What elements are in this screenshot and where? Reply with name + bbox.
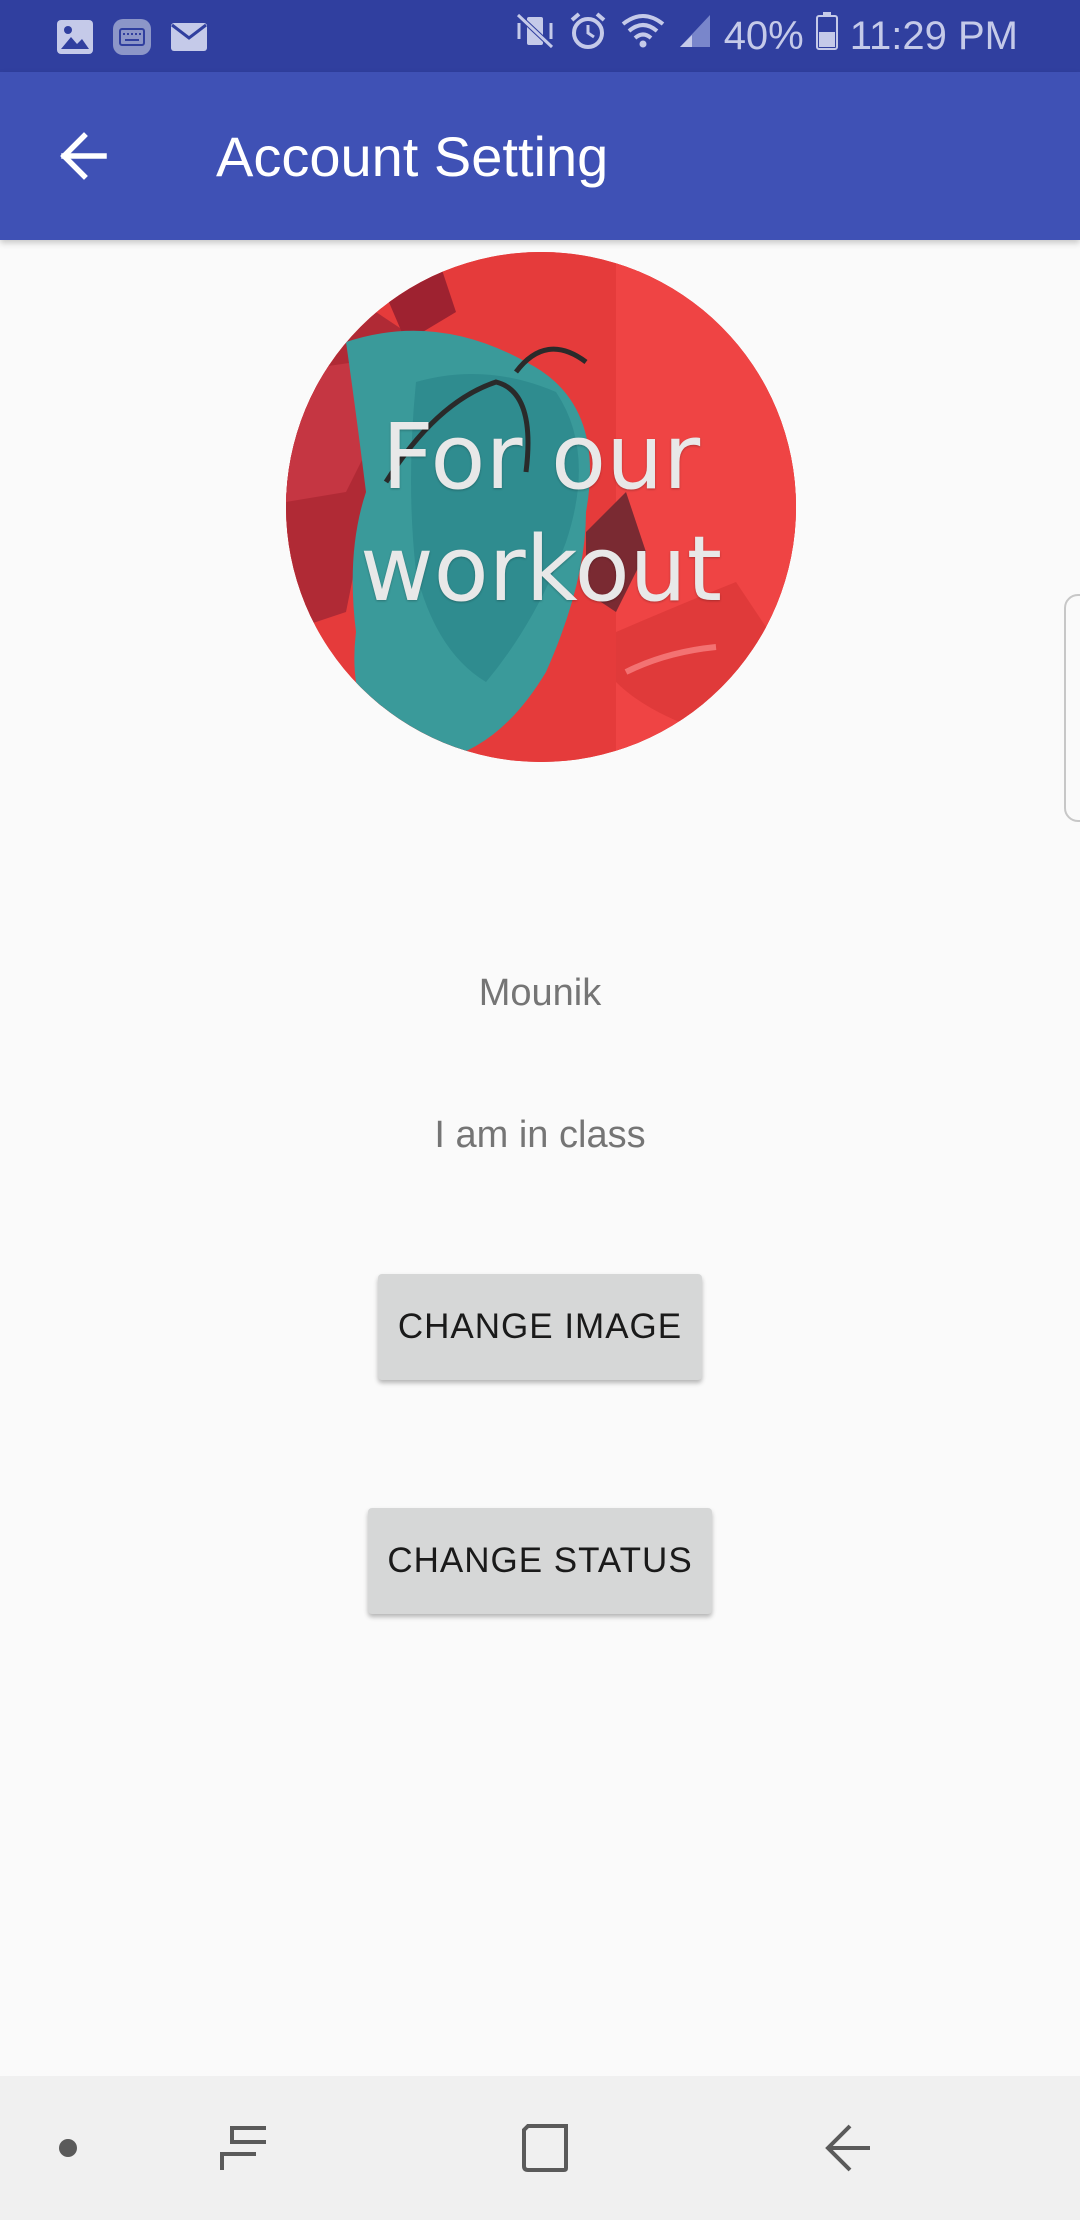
back-icon (825, 2124, 870, 2172)
user-status: I am in class (434, 1114, 646, 1156)
recents-button[interactable] (212, 2116, 276, 2180)
battery-percent: 40% (723, 13, 804, 58)
home-icon (522, 2124, 568, 2172)
clock: 11:29 PM (849, 13, 1018, 58)
edge-panel-handle[interactable] (1064, 594, 1080, 822)
recents-icon (220, 2126, 266, 2170)
image-caption: For our workout (286, 402, 796, 626)
alarm-icon (568, 11, 608, 61)
image-icon (56, 19, 94, 60)
battery-icon (815, 12, 838, 60)
display-name: Mounik (478, 972, 602, 1014)
home-button[interactable] (514, 2116, 578, 2180)
arrow-back-icon (60, 132, 107, 180)
app-bar: Account Setting (0, 72, 1080, 240)
back-button[interactable] (40, 112, 128, 200)
change-image-button[interactable]: CHANGE IMAGE (378, 1274, 702, 1380)
image-caption-line1: For our (381, 405, 701, 510)
page-title: Account Setting (216, 125, 609, 188)
image-caption-line2: workout (360, 517, 722, 622)
nav-dot-button[interactable] (36, 2116, 100, 2180)
profile-image: For our workout (286, 252, 796, 762)
wifi-icon (620, 12, 666, 60)
status-bar: 40% 11:29 PM (0, 0, 1080, 72)
system-icons: 40% 11:29 PM (514, 12, 1018, 60)
change-status-button[interactable]: CHANGE STATUS (368, 1508, 712, 1614)
dot-icon (59, 2139, 77, 2157)
mail-icon (170, 22, 208, 57)
signal-icon (678, 13, 712, 59)
notification-icons (56, 18, 208, 61)
keyboard-icon (112, 18, 152, 61)
vibrate-icon (514, 11, 556, 61)
navigation-bar (0, 2076, 1080, 2220)
back-nav-button[interactable] (816, 2116, 880, 2180)
